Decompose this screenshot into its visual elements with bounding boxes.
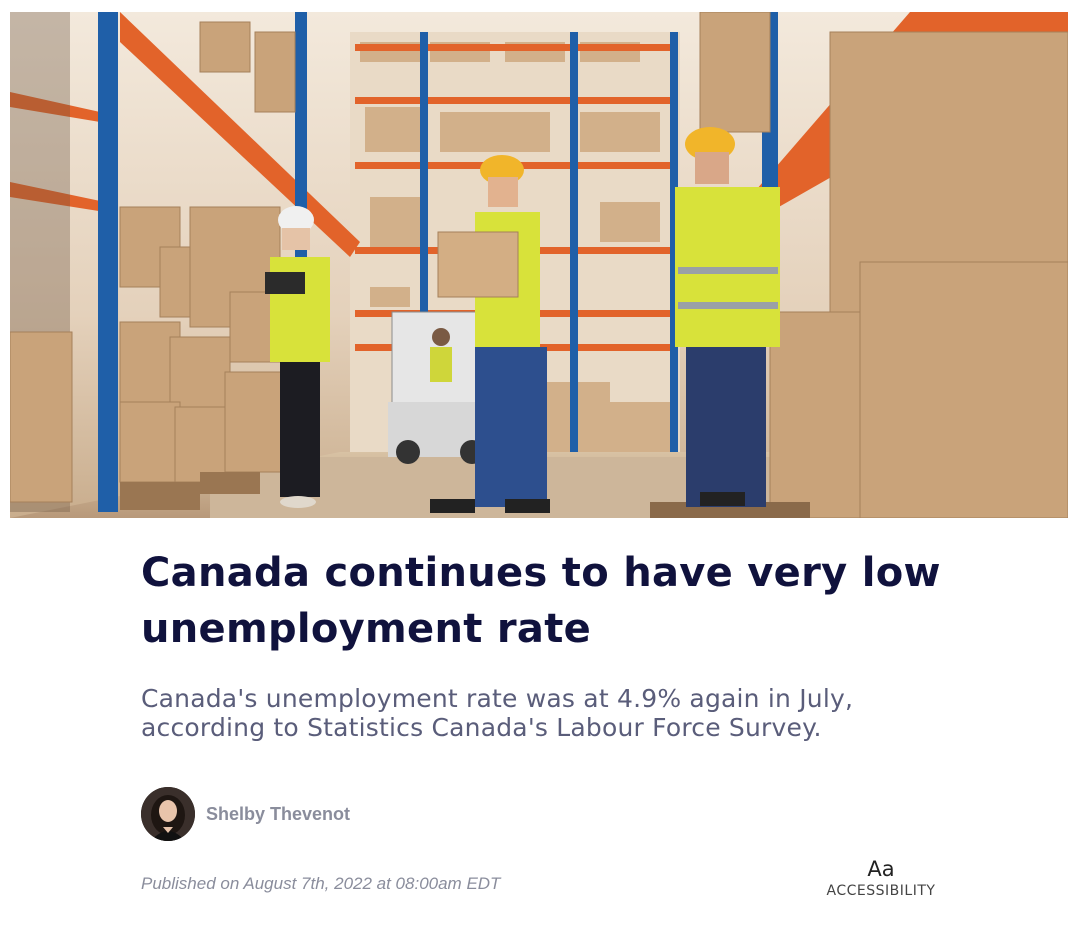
hero-image — [10, 12, 1068, 518]
article-subhead: Canada's unemployment rate was at 4.9% a… — [141, 684, 854, 742]
published-date: Published on August 7th, 2022 at 08:00am… — [141, 874, 501, 893]
author-name-link[interactable]: Shelby Thevenot — [206, 804, 350, 825]
author-avatar[interactable] — [141, 787, 195, 841]
text-size-icon: Aa — [867, 857, 895, 881]
author-avatar-icon — [141, 787, 195, 841]
article-header: Canada continues to have very low unempl… — [141, 545, 941, 742]
warehouse-workers-photo — [10, 12, 1068, 518]
accessibility-button[interactable]: Aa ACCESSIBILITY — [822, 856, 940, 900]
accessibility-label: ACCESSIBILITY — [826, 883, 936, 899]
article-headline: Canada continues to have very low unempl… — [141, 550, 941, 652]
author-byline: Shelby Thevenot — [141, 787, 350, 841]
